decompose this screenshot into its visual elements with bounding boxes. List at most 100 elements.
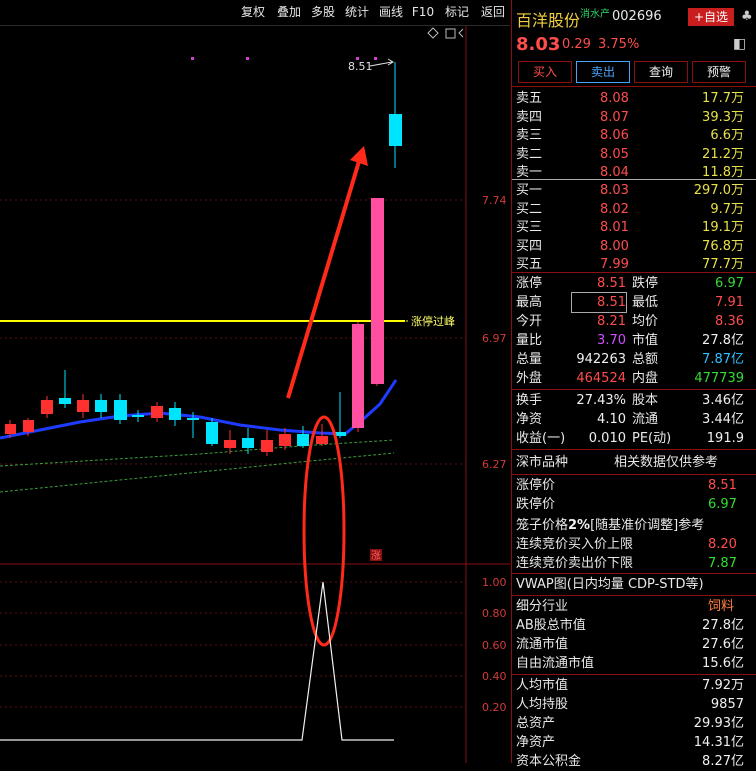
- indicator-tick-label: 0.40: [482, 670, 507, 683]
- stat-value: 8.51: [571, 292, 627, 313]
- toolbar-draw-line-button[interactable]: 画线: [374, 2, 408, 22]
- percap-label: 资本公积金: [516, 754, 582, 769]
- ma-line-green-2: [0, 452, 395, 493]
- percap-value: 8.27亿: [702, 754, 744, 769]
- candle: [77, 400, 89, 412]
- bid-level-label: 买四: [516, 238, 543, 254]
- bid-level-price[interactable]: 8.03: [600, 181, 629, 200]
- candle: [23, 420, 34, 432]
- industry-value[interactable]: 饲料: [708, 597, 734, 616]
- percap-label: 人均市值: [516, 678, 569, 693]
- bid-level-label: 买一: [516, 183, 543, 198]
- separator: [512, 179, 756, 180]
- chevron-left-icon[interactable]: [458, 28, 464, 38]
- kline-chart[interactable]: 7.74 6.97 6.27 1.00 0.80 0.60 0.40 0.20 …: [0, 26, 510, 763]
- toolbar-f10-button[interactable]: F10: [408, 2, 438, 22]
- stat-label: 最高: [516, 295, 543, 310]
- candle: [114, 400, 127, 420]
- percap-label: 人均持股: [516, 697, 569, 712]
- market-note: 相关数据仅供参考: [614, 455, 719, 470]
- bid-level-volume: 297.0万: [693, 183, 744, 198]
- price-tick-label: 6.27: [482, 458, 507, 471]
- diamond-icon[interactable]: [427, 27, 439, 39]
- limit-down-price-label: 跌停价: [516, 497, 556, 512]
- ask-level-price[interactable]: 8.08: [600, 89, 629, 108]
- stat-value: 477739: [694, 371, 744, 386]
- separator: [512, 272, 756, 273]
- ask-level-label: 卖四: [516, 109, 543, 125]
- toolbar-back-button[interactable]: 返回: [476, 2, 510, 22]
- ask-level-label: 卖五: [516, 91, 543, 106]
- candle: [95, 400, 107, 412]
- ask-level-price[interactable]: 8.05: [600, 145, 629, 164]
- stat-value: 3.44亿: [702, 412, 744, 427]
- stock-name: 百洋股份: [516, 11, 581, 30]
- toolbar-multi-stock-button[interactable]: 多股: [306, 2, 340, 22]
- alert-button[interactable]: 预警: [692, 61, 746, 83]
- cap-label: 自由流通市值: [516, 656, 595, 671]
- add-favorite-button[interactable]: +自选: [688, 8, 734, 26]
- cage-buy-label: 连续竞价买入价上限: [516, 537, 634, 552]
- ask-level-volume: 39.3万: [702, 109, 744, 125]
- stat-value: 27.43%: [576, 393, 626, 408]
- stat-value: 3.46亿: [702, 393, 744, 408]
- lock-icon[interactable]: ◧: [733, 36, 746, 52]
- ask-level-volume: 17.7万: [702, 91, 744, 106]
- stat-value: 0.010: [588, 431, 626, 446]
- bid-level-price[interactable]: 8.00: [600, 237, 629, 256]
- stat-label: PE(动): [632, 431, 672, 446]
- stat-value: 7.87亿: [702, 352, 744, 367]
- bid-level-price[interactable]: 8.01: [600, 218, 629, 237]
- stat-label: 市值: [632, 333, 659, 348]
- toolbar-statistics-button[interactable]: 统计: [340, 2, 374, 22]
- buy-button[interactable]: 买入: [518, 61, 572, 83]
- percap-value: 7.92万: [702, 678, 744, 693]
- bid-level-price[interactable]: 8.02: [600, 200, 629, 219]
- stat-value: 27.8亿: [702, 333, 744, 348]
- candle: [5, 424, 16, 434]
- toolbar-mark-button[interactable]: 标记: [440, 2, 474, 22]
- stat-value: 8.51: [597, 276, 626, 291]
- limit-up-price-value: 8.51: [708, 478, 737, 493]
- candle: [389, 114, 402, 146]
- signal-marker: [191, 57, 194, 60]
- stock-tag: 消水产: [580, 9, 610, 20]
- stat-value: 3.70: [597, 333, 626, 348]
- cage-sell-value: 7.87: [708, 556, 737, 571]
- ask-level-price[interactable]: 8.06: [600, 126, 629, 145]
- stat-label: 内盘: [632, 371, 659, 386]
- percap-label: 总资产: [516, 716, 556, 731]
- limit-up-badge-label: 涨: [371, 550, 381, 562]
- separator: [512, 474, 756, 475]
- stat-label: 总量: [516, 352, 543, 367]
- ask-level-price[interactable]: 8.07: [600, 108, 629, 127]
- stat-value: 8.36: [715, 314, 744, 329]
- cage-sell-label: 连续竞价卖出价下限: [516, 556, 634, 571]
- ask-level-label: 卖三: [516, 128, 543, 143]
- ask-level-volume: 6.6万: [710, 128, 744, 143]
- separator: [512, 573, 756, 574]
- candle: [169, 408, 181, 420]
- stat-value: 7.91: [715, 295, 744, 310]
- candle: [242, 438, 254, 448]
- toolbar-restore-rights-button[interactable]: 复权: [236, 2, 270, 22]
- cap-label: 流通市值: [516, 637, 569, 652]
- square-icon[interactable]: [445, 28, 456, 39]
- cage-price-title: 笼子价格2%[随基准价调整]参考: [516, 518, 705, 533]
- stat-label: 换手: [516, 393, 543, 408]
- separator: [512, 674, 756, 675]
- ask-level-volume: 21.2万: [702, 146, 744, 162]
- signal-marker: [374, 57, 377, 60]
- current-price: 8.03: [516, 34, 561, 55]
- sell-button[interactable]: 卖出: [576, 61, 630, 83]
- toolbar-overlay-button[interactable]: 叠加: [272, 2, 306, 22]
- percap-value: 14.31亿: [693, 735, 744, 750]
- query-button[interactable]: 查询: [634, 61, 688, 83]
- bell-icon[interactable]: ♣: [741, 9, 753, 24]
- limit-down-price-value: 6.97: [708, 497, 737, 512]
- candle: [371, 198, 384, 384]
- vwap-link[interactable]: VWAP图(日内均量 CDP-STD等): [516, 575, 704, 594]
- cap-label: AB股总市值: [516, 618, 586, 633]
- price-tick-label: 7.74: [482, 194, 507, 207]
- price-tick-label: 6.97: [482, 332, 507, 345]
